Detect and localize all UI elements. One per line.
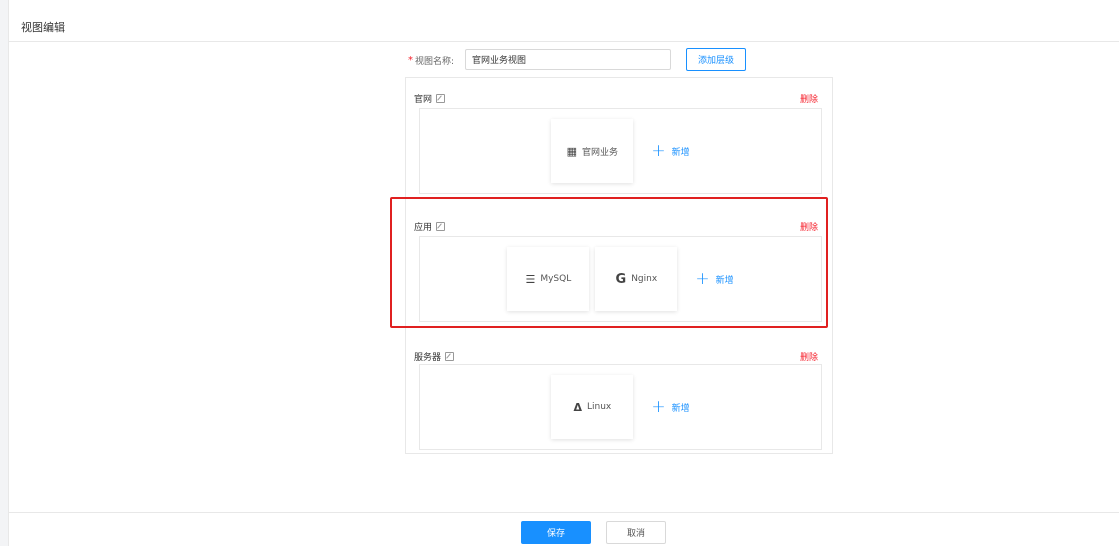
cancel-button[interactable]: 取消: [606, 521, 666, 544]
plus-icon: +: [695, 268, 710, 289]
node-card[interactable]: ▦ 官网业务: [551, 119, 634, 183]
view-name-row: * 视图名称: 添加层级: [9, 48, 1119, 72]
layer-title: 服务器: [414, 350, 455, 363]
layer-title-text: 官网: [414, 95, 433, 105]
page-title: 视图编辑: [21, 21, 65, 34]
add-node-button[interactable]: + 新增: [651, 140, 690, 161]
plus-icon: +: [651, 396, 666, 417]
database-icon: ☰: [525, 272, 536, 286]
add-node-button[interactable]: + 新增: [695, 268, 734, 289]
add-node-label: 新增: [715, 275, 734, 286]
layers-panel: 官网 删除 ▦ 官网业务 + 新增 应用 删除 ☰ MySQL G Nginx …: [405, 77, 833, 454]
node-card[interactable]: Δ Linux: [551, 375, 634, 439]
delete-layer-link[interactable]: 删除: [800, 350, 818, 363]
layer-box: Δ Linux + 新增: [419, 364, 822, 450]
add-node-label: 新增: [671, 147, 690, 158]
delete-layer-link[interactable]: 删除: [800, 92, 818, 105]
view-editor-page: 视图编辑 * 视图名称: 添加层级 官网 删除 ▦ 官网业务 + 新增: [8, 0, 1119, 546]
edit-icon[interactable]: [436, 94, 446, 103]
node-label: Linux: [586, 402, 612, 412]
nginx-icon: G: [615, 271, 627, 287]
view-name-input[interactable]: [465, 49, 671, 70]
plus-icon: +: [651, 140, 666, 161]
add-node-label: 新增: [671, 403, 690, 414]
delete-layer-link[interactable]: 删除: [800, 220, 818, 233]
layer-server: 服务器 删除 Δ Linux + 新增: [406, 338, 832, 454]
layer-website: 官网 删除 ▦ 官网业务 + 新增: [406, 78, 832, 198]
building-icon: ▦: [566, 144, 578, 158]
node-card[interactable]: G Nginx: [595, 247, 678, 311]
layer-title-text: 服务器: [414, 353, 442, 363]
node-label: MySQL: [540, 274, 572, 284]
form-footer: 保存 取消: [9, 512, 1119, 546]
required-mark: *: [408, 55, 413, 66]
layer-box: ▦ 官网业务 + 新增: [419, 108, 822, 194]
node-label: 官网业务: [582, 147, 619, 158]
edit-icon[interactable]: [436, 222, 446, 231]
view-name-label: 视图名称:: [415, 57, 455, 67]
save-button[interactable]: 保存: [521, 521, 591, 544]
add-level-button[interactable]: 添加层级: [686, 48, 746, 71]
add-node-button[interactable]: + 新增: [651, 396, 690, 417]
node-label: Nginx: [631, 274, 658, 284]
page-header: 视图编辑: [9, 8, 1119, 42]
layer-box: ☰ MySQL G Nginx + 新增: [419, 236, 822, 322]
edit-icon[interactable]: [445, 352, 455, 361]
layer-title-text: 应用: [414, 223, 433, 233]
linux-icon: Δ: [573, 400, 582, 414]
layer-title: 官网: [414, 92, 446, 105]
layer-title: 应用: [414, 220, 446, 233]
node-card[interactable]: ☰ MySQL: [507, 247, 590, 311]
layer-application: 应用 删除 ☰ MySQL G Nginx + 新增: [406, 208, 832, 328]
